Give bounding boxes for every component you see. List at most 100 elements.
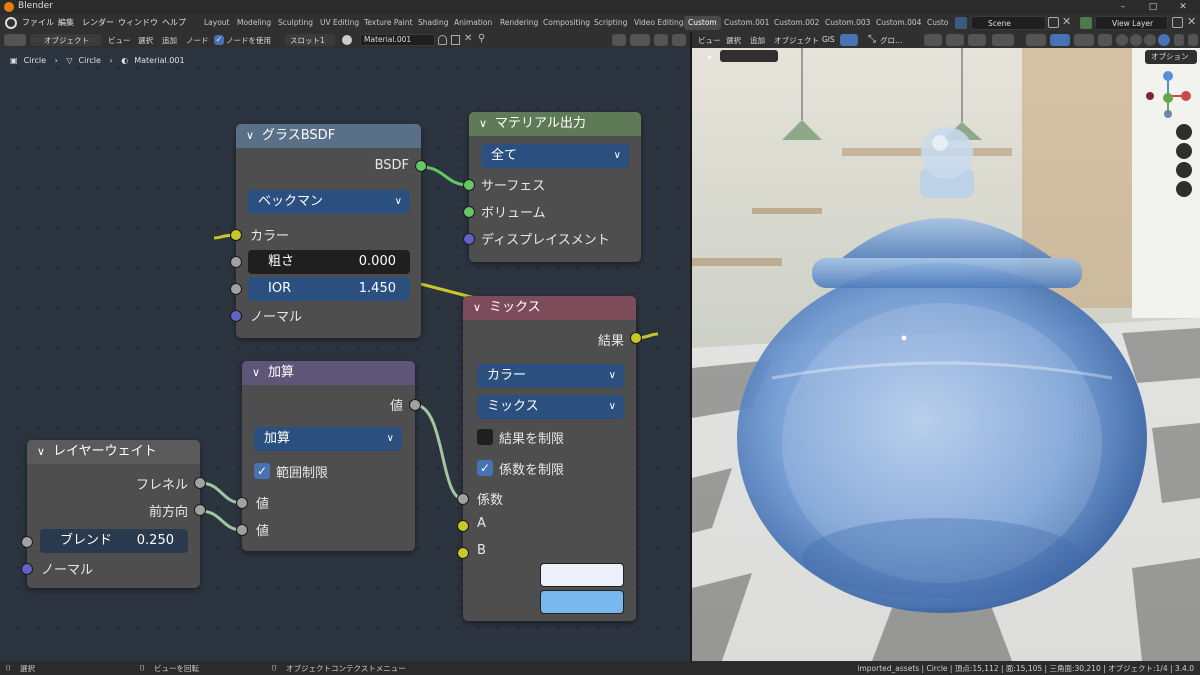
menu-render[interactable]: レンダー	[82, 17, 114, 28]
navigation-gizmo[interactable]	[1142, 70, 1194, 122]
delete-view-layer-icon[interactable]: ✕	[1187, 15, 1196, 28]
clamp-factor-checkbox[interactable]: ✓	[477, 460, 493, 476]
copy-scene-icon[interactable]	[1048, 17, 1059, 28]
tab-modeling[interactable]: Modeling	[233, 16, 275, 30]
camera-view-icon[interactable]	[1176, 162, 1192, 178]
menu-add[interactable]: 追加	[162, 35, 177, 46]
editor-type-icon[interactable]	[4, 34, 26, 46]
node-header[interactable]: ∨ ミックス	[463, 296, 636, 320]
shading-wireframe-icon[interactable]	[1116, 34, 1128, 46]
volume-input-socket[interactable]	[463, 206, 475, 218]
blender-menu-icon[interactable]	[5, 17, 17, 29]
data-type-dropdown[interactable]: カラー ∨	[477, 364, 624, 388]
target-dropdown[interactable]: 全て ∨	[481, 144, 629, 168]
a-color-swatch[interactable]	[540, 563, 624, 587]
tab-compositing[interactable]: Compositing	[539, 16, 594, 30]
node-header[interactable]: ∨ グラスBSDF	[236, 124, 421, 148]
chevron-down-icon[interactable]: ∨	[246, 124, 262, 148]
pin-icon[interactable]: ⚲	[478, 33, 485, 44]
tab-sculpting[interactable]: Sculpting	[274, 16, 317, 30]
math-add-node[interactable]: ∨ 加算 値 加算 ∨ ✓ 範囲制限 値 値	[236, 361, 421, 551]
glass-bsdf-node[interactable]: ∨ グラスBSDF BSDF ベックマン ∨ カラー 粗さ 0.000 IOR 1.45…	[230, 124, 427, 338]
overlay-icon[interactable]	[630, 34, 650, 46]
maximize-button[interactable]: □	[1138, 0, 1168, 14]
backdrop-icon[interactable]	[672, 34, 686, 46]
bsdf-output-socket[interactable]	[415, 160, 427, 172]
menu-edit[interactable]: 編集	[58, 17, 74, 28]
value1-input-socket[interactable]	[236, 497, 248, 509]
duplicate-material-icon[interactable]	[451, 35, 460, 45]
node-header[interactable]: ∨ 加算	[242, 361, 415, 385]
mix-node[interactable]: ∨ ミックス 結果 カラー ∨ ミックス ∨ 結果を制限 ✓ 係数を制限 係数 A B	[457, 296, 642, 621]
layer-weight-node[interactable]: ∨ レイヤーウェイト フレネル 前方向 ブレンド 0.250 ノーマル	[21, 440, 206, 588]
use-nodes-checkbox[interactable]: ✓	[214, 35, 224, 45]
tab-custom-truncated[interactable]: Custo	[923, 16, 952, 30]
vp-menu-add[interactable]: 追加	[750, 35, 765, 46]
pivot-icon[interactable]	[924, 34, 942, 46]
chevron-down-icon[interactable]: ∨	[252, 361, 268, 385]
menu-view[interactable]: ビュー	[108, 35, 131, 46]
overlay-toggle-icon[interactable]	[1074, 34, 1094, 46]
menu-file[interactable]: ファイル	[22, 17, 54, 28]
operation-dropdown[interactable]: 加算 ∨	[254, 427, 402, 451]
sidebar-n-icon[interactable]	[1188, 34, 1198, 46]
falloff-icon[interactable]	[992, 34, 1014, 46]
shading-material-icon[interactable]	[1144, 34, 1156, 46]
toolbar-toggle-icon[interactable]: ▸	[708, 52, 712, 61]
blend-input-socket[interactable]	[21, 536, 33, 548]
menu-help[interactable]: ヘルプ	[162, 17, 186, 28]
options-dropdown[interactable]: オプション	[1145, 50, 1197, 64]
tab-texture-paint[interactable]: Texture Paint	[360, 16, 416, 30]
tab-custom-003[interactable]: Custom.003	[821, 16, 874, 30]
tab-layout[interactable]: Layout	[200, 16, 234, 30]
material-name-field[interactable]: Material.001	[360, 34, 435, 46]
ortho-grid-icon[interactable]	[1176, 181, 1192, 197]
color-input-socket[interactable]	[230, 229, 242, 241]
close-button[interactable]: ✕	[1168, 0, 1198, 14]
tab-custom[interactable]: Custom	[684, 16, 721, 30]
facing-output-socket[interactable]	[194, 504, 206, 516]
snap-magnet-icon[interactable]	[946, 34, 964, 46]
vp-menu-select[interactable]: 選択	[726, 35, 741, 46]
chevron-down-icon[interactable]: ∨	[37, 440, 53, 464]
chevron-down-icon[interactable]: ∨	[473, 296, 489, 320]
tab-animation[interactable]: Animation	[450, 16, 496, 30]
menu-select[interactable]: 選択	[138, 35, 153, 46]
minimize-button[interactable]: –	[1108, 0, 1138, 14]
tab-shading[interactable]: Shading	[414, 16, 452, 30]
visibility-icon[interactable]	[1026, 34, 1046, 46]
menu-node[interactable]: ノード	[186, 35, 209, 46]
sidebar-toggle-icon[interactable]	[654, 34, 668, 46]
ior-field[interactable]: IOR 1.450	[248, 277, 410, 301]
fresnel-output-socket[interactable]	[194, 477, 206, 489]
3d-viewport[interactable]: ▸ オプション	[692, 48, 1200, 661]
chevron-down-icon[interactable]: ∨	[479, 112, 495, 136]
scene-selector[interactable]: Scene	[971, 16, 1046, 30]
surface-input-socket[interactable]	[463, 179, 475, 191]
selection-mode-buttons[interactable]	[720, 50, 778, 62]
shading-options-icon[interactable]	[1174, 34, 1184, 46]
menu-window[interactable]: ウィンドウ	[118, 17, 158, 28]
tab-custom-004[interactable]: Custom.004	[872, 16, 925, 30]
tab-uv-editing[interactable]: UV Editing	[316, 16, 363, 30]
roughness-field[interactable]: 粗さ 0.000	[248, 250, 410, 274]
result-output-socket[interactable]	[630, 332, 642, 344]
proportional-edit-icon[interactable]	[968, 34, 986, 46]
value-output-socket[interactable]	[409, 399, 421, 411]
snap-icon[interactable]	[612, 34, 626, 46]
a-input-socket[interactable]	[457, 520, 469, 532]
shading-rendered-icon[interactable]	[1158, 34, 1170, 46]
material-output-node[interactable]: ∨ マテリアル出力 全て ∨ サーフェス ボリューム ディスプレイスメント	[463, 112, 641, 262]
value2-input-socket[interactable]	[236, 524, 248, 536]
vp-menu-gis[interactable]: GIS	[822, 35, 835, 44]
vp-menu-view[interactable]: ビュー	[698, 35, 721, 46]
b-color-swatch[interactable]	[540, 590, 624, 614]
fake-user-shield-icon[interactable]	[438, 35, 447, 45]
pan-hand-icon[interactable]	[1176, 143, 1192, 159]
tab-video-editing[interactable]: Video Editing	[630, 16, 688, 30]
copy-view-layer-icon[interactable]	[1172, 17, 1183, 28]
xray-icon[interactable]	[1098, 34, 1112, 46]
blend-type-dropdown[interactable]: ミックス ∨	[477, 395, 624, 419]
b-input-socket[interactable]	[457, 547, 469, 559]
distribution-dropdown[interactable]: ベックマン ∨	[248, 190, 410, 214]
